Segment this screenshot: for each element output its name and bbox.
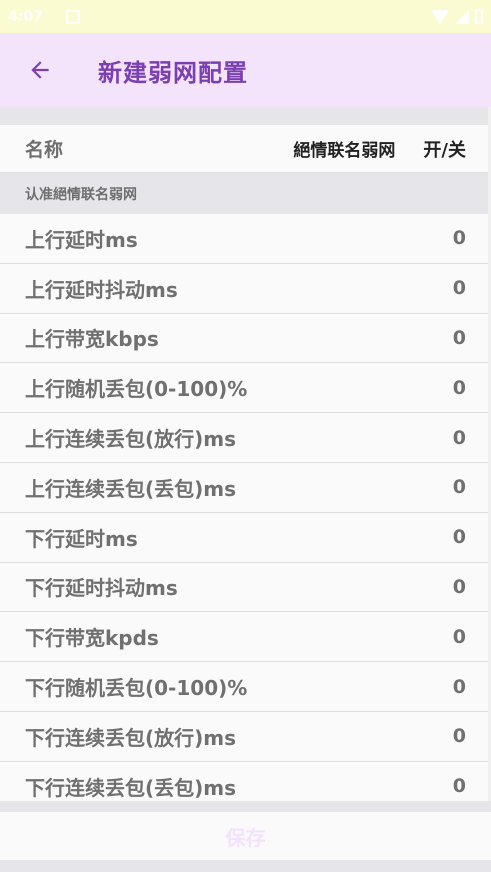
param-value[interactable]: 0	[453, 227, 466, 249]
param-value[interactable]: 0	[453, 576, 466, 598]
arrow-left-icon	[31, 61, 49, 79]
battery-icon	[475, 9, 483, 24]
param-value[interactable]: 0	[453, 377, 466, 399]
param-value[interactable]: 0	[453, 725, 466, 747]
config-list: 名称 絕情联名弱网 开/关 认准絕情联名弱网 上行延时ms 0 上行延时抖动ms…	[0, 125, 491, 812]
param-label: 上行连续丢包(放行)ms	[25, 427, 237, 452]
param-row[interactable]: 上行随机丢包(0-100)% 0	[0, 363, 491, 414]
param-row[interactable]: 下行延时ms 0	[0, 512, 491, 563]
name-label: 名称	[25, 139, 64, 161]
param-label: 下行连续丢包(放行)ms	[25, 725, 237, 750]
section-header: 认准絕情联名弱网	[0, 173, 491, 214]
name-value[interactable]: 絕情联名弱网	[293, 136, 395, 161]
param-row[interactable]: 上行延时抖动ms 0	[0, 263, 491, 314]
param-value[interactable]: 0	[453, 327, 466, 349]
param-label: 上行带宽kbps	[25, 327, 159, 352]
param-row[interactable]: 下行带宽kpds 0	[0, 612, 491, 663]
param-value[interactable]: 0	[453, 775, 466, 797]
param-label: 上行延时ms	[25, 227, 138, 252]
param-row[interactable]: 上行带宽kbps 0	[0, 313, 491, 364]
status-bar: 4:07	[0, 0, 491, 33]
status-icons	[431, 9, 483, 24]
param-value[interactable]: 0	[453, 476, 466, 498]
toggle-switch[interactable]: 开/关	[423, 136, 466, 162]
param-label: 上行连续丢包(丢包)ms	[25, 476, 237, 501]
param-value[interactable]: 0	[453, 277, 466, 299]
param-label: 下行随机丢包(0-100)%	[25, 676, 248, 701]
param-row[interactable]: 上行连续丢包(放行)ms 0	[0, 413, 491, 463]
param-label: 上行延时抖动ms	[25, 277, 178, 302]
name-row: 名称 絕情联名弱网 开/关	[0, 125, 491, 173]
save-bar: 保存	[0, 812, 491, 860]
param-row[interactable]: 上行延时ms 0	[0, 214, 491, 264]
top-divider	[0, 107, 491, 125]
param-label: 下行延时抖动ms	[25, 576, 178, 601]
status-time: 4:07	[8, 8, 43, 25]
save-button[interactable]: 保存	[226, 822, 266, 851]
app-bar: 新建弱网配置	[0, 33, 491, 107]
param-label: 下行延时ms	[25, 526, 138, 551]
notification-icon	[66, 9, 80, 24]
bottom-strip	[0, 860, 491, 872]
param-value[interactable]: 0	[453, 626, 466, 648]
param-value[interactable]: 0	[453, 676, 466, 698]
param-row[interactable]: 下行随机丢包(0-100)% 0	[0, 662, 491, 712]
param-label: 下行连续丢包(丢包)ms	[25, 775, 237, 800]
back-button[interactable]	[22, 52, 58, 88]
param-value[interactable]: 0	[453, 427, 466, 449]
param-label: 下行带宽kpds	[25, 626, 159, 651]
signal-icon	[455, 9, 469, 24]
param-row[interactable]: 上行连续丢包(丢包)ms 0	[0, 462, 491, 513]
param-label: 上行随机丢包(0-100)%	[25, 377, 248, 402]
param-value[interactable]: 0	[453, 526, 466, 548]
param-row[interactable]: 下行连续丢包(放行)ms 0	[0, 711, 491, 762]
wifi-icon	[431, 9, 449, 24]
page-title: 新建弱网配置	[98, 58, 248, 87]
param-row[interactable]: 下行延时抖动ms 0	[0, 562, 491, 613]
bottom-divider	[0, 801, 491, 812]
